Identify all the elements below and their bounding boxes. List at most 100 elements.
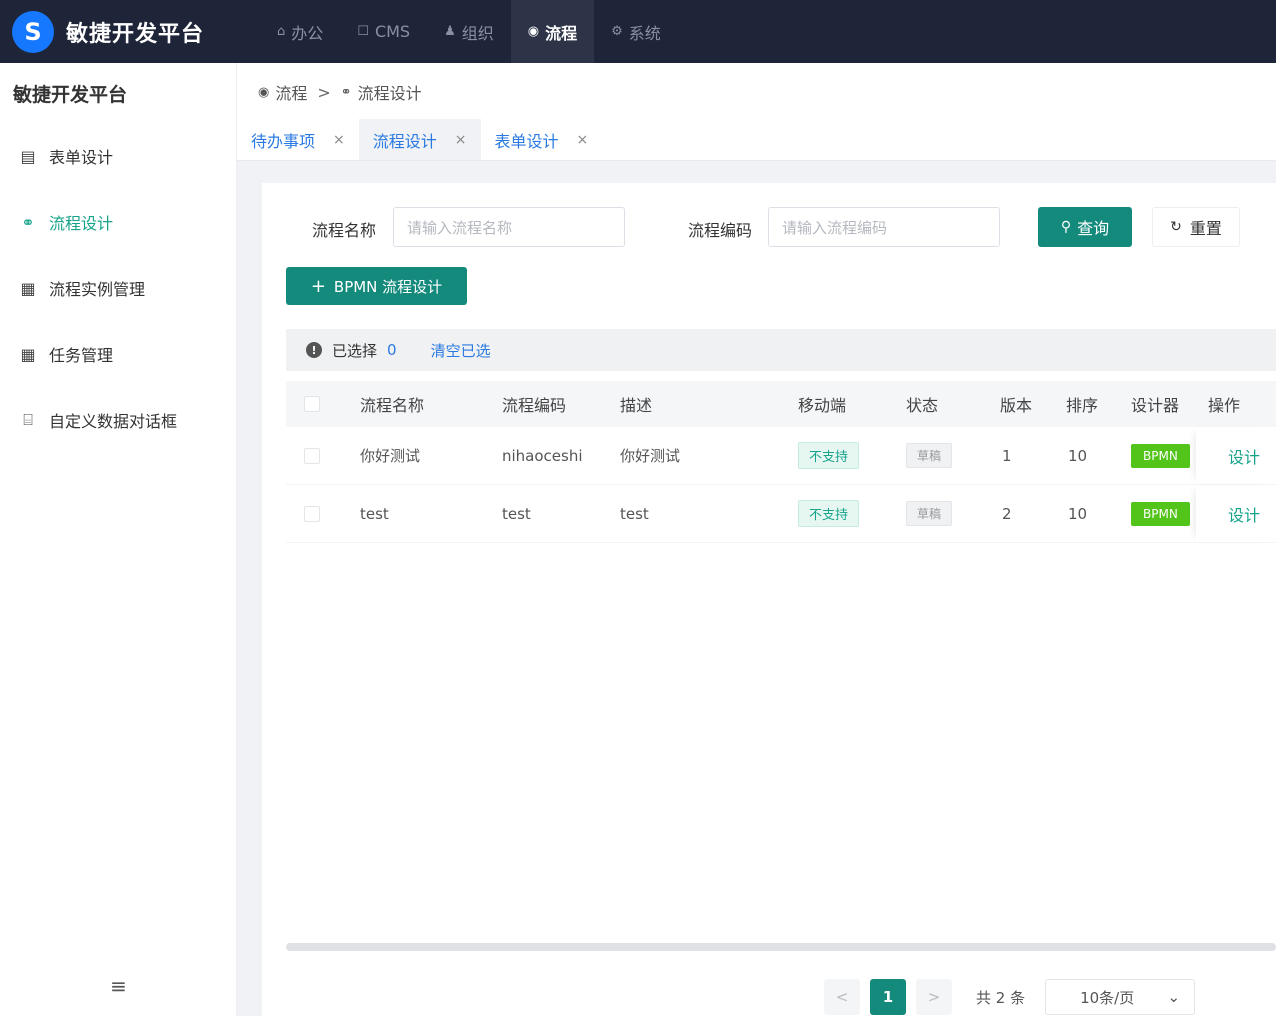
tab-label: 表单设计: [494, 131, 559, 151]
refresh-icon: ↻: [1170, 219, 1182, 235]
cell-sort: 10: [1068, 504, 1088, 523]
column-header: 状态: [906, 396, 939, 415]
status-badge: 草稿: [906, 443, 953, 468]
page-size-select[interactable]: 10条/页 ⌄: [1045, 979, 1196, 1015]
clear-selection-link[interactable]: 清空已选: [431, 340, 491, 361]
selection-label: 已选择: [332, 341, 378, 360]
breadcrumb-current: 流程设计: [357, 84, 422, 103]
nav-label: 组织: [461, 23, 494, 43]
nav-item-org[interactable]: ♟ 组织: [427, 0, 511, 63]
query-label: 查询: [1077, 219, 1110, 238]
cell-desc: test: [620, 504, 649, 523]
sidebar-title: 敏捷开发平台: [13, 83, 128, 106]
nav-item-office[interactable]: ⌂ 办公: [260, 0, 340, 63]
column-header: 设计器: [1131, 396, 1180, 415]
logo-icon: S: [12, 10, 54, 53]
column-header: 流程编码: [502, 396, 567, 415]
main-nav: ⌂ 办公 ☐ CMS ♟ 组织 ◉ 流程 ⚙ 系统: [260, 0, 678, 63]
query-button[interactable]: ⚲ 查询: [1038, 207, 1132, 247]
tab-label: 流程设计: [372, 131, 437, 151]
pagination: < 1 > 共 2 条 10条/页 ⌄: [824, 979, 1196, 1015]
app-title: 敏捷开发平台: [66, 21, 205, 47]
design-link[interactable]: 设计: [1228, 427, 1260, 484]
home-icon: ⌂: [277, 24, 286, 39]
flow-code-input[interactable]: 请输入流程编码: [768, 207, 1000, 247]
bpmn-design-label: BPMN 流程设计: [333, 277, 443, 296]
cell-designer: BPMN: [1131, 427, 1190, 484]
sidebar-item-label: 自定义数据对话框: [49, 412, 178, 431]
breadcrumb-root[interactable]: 流程: [275, 80, 307, 104]
grid-icon: ▦: [20, 344, 36, 364]
column-header: 描述: [620, 396, 653, 415]
column-header: 排序: [1066, 396, 1099, 415]
table-row: test test test 不支持 草稿 2 10 BPMN 设计: [286, 485, 1276, 543]
close-icon[interactable]: ×: [333, 132, 345, 148]
selection-count: 0: [387, 341, 397, 359]
column-header: 操作: [1208, 396, 1241, 415]
cell-sort: 10: [1068, 446, 1088, 465]
cell-name: 你好测试: [360, 447, 421, 465]
tab-todo[interactable]: 待办事项 ×: [237, 119, 359, 160]
close-icon[interactable]: ×: [455, 132, 467, 148]
menu-collapse-icon[interactable]: ≡: [0, 974, 237, 998]
app-logo[interactable]: S 敏捷开发平台: [0, 10, 260, 53]
nav-label: CMS: [374, 22, 411, 41]
cms-icon: ☐: [357, 24, 369, 39]
sidebar-item-custom-dialog[interactable]: ⌸ 自定义数据对话框: [0, 387, 236, 453]
cell-desc: 你好测试: [620, 447, 681, 465]
plus-icon: +: [310, 275, 326, 297]
column-header: 版本: [1000, 396, 1033, 415]
sidebar-item-label: 表单设计: [49, 148, 114, 167]
nav-item-cms[interactable]: ☐ CMS: [340, 0, 427, 63]
flow-icon: ◉: [527, 24, 540, 39]
cell-mobile: 不支持: [798, 485, 860, 542]
row-checkbox[interactable]: [304, 427, 320, 484]
cell-code: test: [502, 504, 531, 523]
settings-icon: ⚙: [611, 24, 623, 39]
close-icon[interactable]: ×: [577, 132, 589, 148]
tab-flow-design[interactable]: 流程设计 ×: [358, 119, 481, 160]
sidebar-item-label: 任务管理: [49, 346, 114, 365]
cell-status: 草稿: [906, 485, 953, 542]
status-badge: 草稿: [906, 501, 953, 526]
design-link-label: 设计: [1228, 447, 1261, 467]
bpmn-design-button[interactable]: + BPMN 流程设计: [286, 267, 467, 305]
flow-design-icon: ⚭: [21, 212, 35, 232]
horizontal-scrollbar[interactable]: [286, 943, 1276, 951]
design-link-label: 设计: [1228, 505, 1261, 525]
form-icon: ▤: [20, 146, 36, 166]
info-icon: !: [306, 342, 322, 358]
top-navbar: S 敏捷开发平台 ⌂ 办公 ☐ CMS ♟ 组织 ◉ 流程 ⚙ 系统: [0, 0, 1276, 63]
column-header: 移动端: [798, 396, 847, 415]
search-form: 流程名称 请输入流程名称 流程编码 请输入流程编码 ⚲ 查询 ↻ 重置: [262, 207, 1276, 247]
column-header: 流程名称: [360, 396, 425, 415]
table-header: 流程名称 流程编码 描述 移动端 状态 版本 排序 设计器 操作: [286, 381, 1276, 427]
next-page-button[interactable]: >: [916, 979, 952, 1015]
sidebar-item-form-design[interactable]: ▤ 表单设计: [0, 123, 236, 189]
nav-item-system[interactable]: ⚙ 系统: [594, 0, 678, 63]
mobile-status-badge: 不支持: [798, 500, 860, 527]
nav-label: 流程: [545, 23, 578, 43]
designer-badge: BPMN: [1131, 443, 1190, 468]
page-tabs: 待办事项 × 流程设计 × 表单设计 ×: [237, 119, 1276, 161]
total-count: 共 2 条: [976, 988, 1026, 1007]
page-number-button[interactable]: 1: [870, 979, 906, 1015]
flow-name-input[interactable]: 请输入流程名称: [393, 207, 625, 247]
sidebar-item-task-management[interactable]: ▦ 任务管理: [0, 321, 236, 387]
designer-badge: BPMN: [1131, 501, 1190, 526]
reset-button[interactable]: ↻ 重置: [1152, 207, 1240, 247]
cell-version: 2: [1002, 504, 1012, 523]
sidebar-item-instance-management[interactable]: ▦ 流程实例管理: [0, 255, 236, 321]
tab-form-design[interactable]: 表单设计 ×: [481, 119, 603, 160]
cell-mobile: 不支持: [798, 427, 860, 484]
sidebar-item-label: 流程设计: [49, 214, 114, 233]
nav-label: 系统: [628, 23, 661, 43]
row-checkbox[interactable]: [304, 485, 320, 542]
cell-designer: BPMN: [1131, 485, 1190, 542]
design-link[interactable]: 设计: [1228, 485, 1260, 542]
prev-page-button[interactable]: <: [824, 979, 860, 1015]
nav-item-flow[interactable]: ◉ 流程: [510, 0, 595, 63]
select-all-checkbox[interactable]: [304, 381, 320, 427]
sidebar-item-flow-design[interactable]: ⚭ 流程设计: [0, 189, 236, 255]
breadcrumb: ◉ 流程 > ⚭ 流程设计: [258, 80, 422, 104]
